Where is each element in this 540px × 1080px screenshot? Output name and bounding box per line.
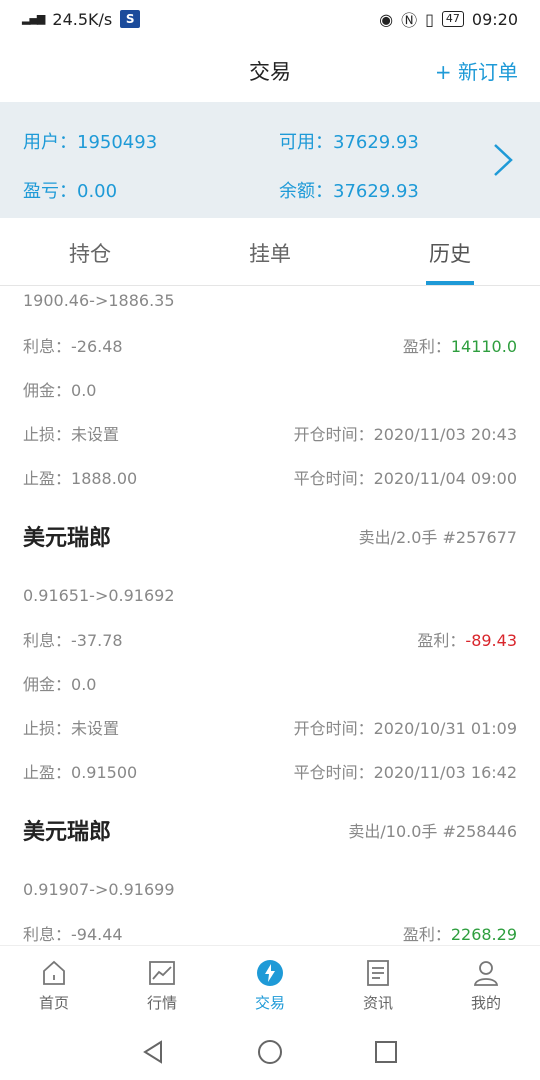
- status-left: ▂▄▆ 24.5K/s S: [22, 9, 141, 29]
- stop-loss-value: 未设置: [71, 425, 120, 444]
- profit-label: 盈利：: [417, 631, 466, 650]
- home-circle-icon[interactable]: [257, 1039, 283, 1065]
- nav-trade[interactable]: 交易: [216, 946, 324, 1023]
- open-time-label: 开仓时间：: [293, 425, 374, 444]
- nav-market-label: 行情: [146, 994, 177, 1012]
- eye-icon: ◉: [379, 9, 394, 29]
- vibrate-icon: ▯: [425, 9, 434, 29]
- app-header: 交易 + 新订单: [0, 38, 540, 102]
- clock: 09:20: [471, 9, 518, 29]
- commission-label: 佣金：: [23, 381, 72, 400]
- nav-profile-label: 我的: [470, 994, 501, 1012]
- order-row-interest: 利息：-37.78 盈利：-89.43: [0, 617, 540, 661]
- tab-history[interactable]: 历史: [360, 218, 540, 285]
- back-icon[interactable]: [141, 1039, 167, 1065]
- nav-trade-label: 交易: [254, 994, 285, 1012]
- open-time-value: 2020/11/03 20:43: [373, 425, 517, 444]
- chart-icon: [149, 961, 175, 985]
- take-profit-label: 止盈：: [23, 469, 72, 488]
- account-pnl: 盈亏：0.00: [23, 181, 118, 202]
- open-time-value: 2020/10/31 01:09: [373, 719, 517, 738]
- news-icon: [367, 960, 389, 986]
- order-symbol: 美元瑞郎: [23, 820, 112, 845]
- profit-value: 14110.0: [450, 337, 517, 356]
- order-row-stoploss: 止损：未设置 开仓时间：2020/11/03 20:43: [0, 411, 540, 455]
- order-row-interest: 利息：-26.48 盈利：14110.0: [0, 323, 540, 367]
- profit-value: 2268.29: [450, 925, 517, 944]
- nav-news[interactable]: 资讯: [324, 946, 432, 1023]
- profile-icon: [473, 961, 499, 986]
- interest-value: -37.78: [71, 631, 123, 650]
- new-order-button[interactable]: + 新订单: [435, 56, 518, 85]
- nfc-icon: Ⓝ: [401, 11, 418, 30]
- order-meta: 卖出/10.0手 #258446: [348, 822, 517, 841]
- status-right: ◉ Ⓝ ▯ 47 09:20: [379, 7, 518, 31]
- order-price-range: 0.91907->0.91699: [0, 867, 540, 911]
- status-bar: ▂▄▆ 24.5K/s S ◉ Ⓝ ▯ 47 09:20: [0, 0, 540, 38]
- profit-value: -89.43: [465, 631, 517, 650]
- order-row-commission: 佣金：0.0: [0, 661, 540, 705]
- stop-loss-label: 止损：: [23, 425, 72, 444]
- tab-bar: 持仓 挂单 历史: [0, 218, 540, 286]
- tab-positions[interactable]: 持仓: [0, 218, 180, 285]
- battery-icon: 47: [441, 11, 464, 27]
- chevron-right-icon[interactable]: [492, 142, 514, 178]
- order-meta: 卖出/2.0手 #257677: [358, 528, 517, 547]
- interest-label: 利息：: [23, 337, 72, 356]
- order-row-takeprofit: 止盈：0.91500 平仓时间：2020/11/03 16:42: [0, 749, 540, 793]
- trade-icon: [257, 960, 283, 986]
- order-row-interest: 利息：-94.44 盈利：2268.29: [0, 911, 540, 945]
- commission-value: 0.0: [71, 675, 97, 694]
- interest-value: -94.44: [71, 925, 123, 944]
- interest-label: 利息：: [23, 925, 72, 944]
- account-available: 可用：37629.93: [279, 132, 419, 153]
- price-range: 1900.46->1886.35: [23, 291, 175, 310]
- order-row-stoploss: 止损：未设置 开仓时间：2020/10/31 01:09: [0, 705, 540, 749]
- nav-profile[interactable]: 我的: [432, 946, 540, 1023]
- signal-icon: ▂▄▆: [22, 12, 45, 25]
- take-profit-value: 1888.00: [71, 469, 138, 488]
- app-notification-icon: S: [120, 10, 141, 28]
- account-user: 用户：1950493: [23, 132, 158, 153]
- network-speed: 24.5K/s: [52, 9, 113, 29]
- home-icon: [43, 960, 65, 985]
- close-time-value: 2020/11/04 09:00: [373, 469, 517, 488]
- order-row-takeprofit: 止盈：1888.00 平仓时间：2020/11/04 09:00: [0, 455, 540, 499]
- profit-label: 盈利：: [402, 337, 451, 356]
- bottom-nav: 首页 行情 交易 资讯 我的: [0, 945, 540, 1023]
- price-range: 0.91907->0.91699: [23, 879, 175, 899]
- order-header[interactable]: 美元瑞郎 卖出/2.0手 #257677: [0, 499, 540, 573]
- close-time-value: 2020/11/03 16:42: [373, 763, 517, 782]
- stop-loss-label: 止损：: [23, 719, 72, 738]
- order-price-range: 0.91651->0.91692: [0, 573, 540, 617]
- system-nav-bar: [0, 1023, 540, 1080]
- close-time-label: 平仓时间：: [293, 469, 374, 488]
- order-symbol: 美元瑞郎: [23, 526, 112, 551]
- interest-label: 利息：: [23, 631, 72, 650]
- nav-market[interactable]: 行情: [108, 946, 216, 1023]
- order-header[interactable]: 美元瑞郎 卖出/10.0手 #258446: [0, 793, 540, 867]
- interest-value: -26.48: [71, 337, 123, 356]
- open-time-label: 开仓时间：: [293, 719, 374, 738]
- account-balance: 余额：37629.93: [279, 181, 419, 202]
- order-price-range: 1900.46->1886.35: [0, 287, 540, 323]
- recents-icon[interactable]: [373, 1039, 399, 1065]
- nav-home[interactable]: 首页: [0, 946, 108, 1023]
- order-row-commission: 佣金：0.0: [0, 367, 540, 411]
- commission-label: 佣金：: [23, 675, 72, 694]
- close-time-label: 平仓时间：: [293, 763, 374, 782]
- stop-loss-value: 未设置: [71, 719, 120, 738]
- profit-label: 盈利：: [402, 925, 451, 944]
- take-profit-value: 0.91500: [71, 763, 138, 782]
- price-range: 0.91651->0.91692: [23, 585, 175, 605]
- tab-pending[interactable]: 挂单: [180, 218, 360, 285]
- history-list[interactable]: 1900.46->1886.35 利息：-26.48 盈利：14110.0 佣金…: [0, 287, 540, 945]
- nav-home-label: 首页: [38, 994, 69, 1012]
- account-panel[interactable]: 用户：1950493 可用：37629.93 盈亏：0.00 余额：37629.…: [0, 102, 540, 218]
- commission-value: 0.0: [71, 381, 97, 400]
- take-profit-label: 止盈：: [23, 763, 72, 782]
- nav-news-label: 资讯: [362, 994, 393, 1012]
